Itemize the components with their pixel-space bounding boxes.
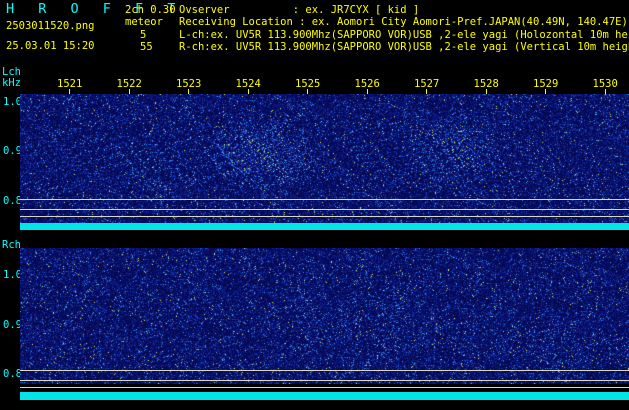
mode-label: 2ch 0.30 <box>125 4 176 16</box>
hroft-window: H R O F F T 2503011520.png 25.03.01 15:2… <box>0 0 629 410</box>
rch-label: Rch <box>2 239 21 251</box>
lch-setup-line: L-ch:ex. UV5R 113.900Mhz(SAPPORO VOR)USB… <box>179 29 629 41</box>
freq-tick-label: 1527 <box>414 78 440 90</box>
freq-tick-label: 1529 <box>533 78 559 90</box>
freq-tick-label: 1524 <box>235 78 261 90</box>
lch-waterfall <box>20 94 629 224</box>
file-name: 2503011520.png <box>6 20 95 32</box>
freq-tick-label: 1521 <box>57 78 83 90</box>
location-line: Receiving Location : ex. Aomori City Aom… <box>179 16 628 28</box>
freq-tick-label: 1530 <box>592 78 618 90</box>
meteor-count-lch: 5 <box>140 29 147 41</box>
rch-noise-bar <box>20 392 629 400</box>
freq-tick-label: 1526 <box>354 78 380 90</box>
rch-marker-line <box>20 370 629 371</box>
lch-marker-line <box>20 216 629 217</box>
meteor-label: meteor <box>125 16 163 28</box>
freq-tick-label: 1523 <box>176 78 202 90</box>
lch-marker-line <box>20 199 629 200</box>
observer-line: Ovserver : ex. JR7CYX [ kid ] <box>179 4 420 16</box>
lch-marker-line <box>20 209 629 210</box>
lch-noise-bar <box>20 223 629 230</box>
khz-unit-label: kHz <box>2 77 21 89</box>
rch-waterfall <box>20 248 629 384</box>
freq-tick-label: 1522 <box>116 78 142 90</box>
meteor-count-rch: 55 <box>140 41 153 53</box>
capture-datetime: 25.03.01 15:20 <box>6 40 95 52</box>
rch-marker-line <box>20 380 629 381</box>
lch-label: Lch <box>2 66 21 78</box>
freq-tick-label: 1528 <box>473 78 499 90</box>
rch-marker-line <box>20 387 629 388</box>
rch-setup-line: R-ch:ex. UV5R 113.900Mhz(SAPPORO VOR)USB… <box>179 41 629 53</box>
freq-tick-label: 1525 <box>295 78 321 90</box>
